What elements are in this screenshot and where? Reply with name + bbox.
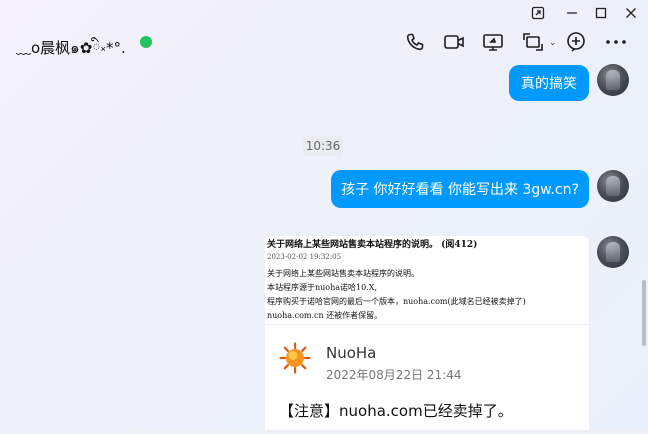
article-line: 程序购买于诺哈官网的最后一个版本，nuoha.com(此域名已经被卖掉了) (267, 297, 526, 306)
site-date: 2022年08月22日 21:44 (326, 368, 462, 382)
message-bubble[interactable]: 孩子 你好好看看 你能写出来 3gw.cn? (331, 170, 589, 208)
add-contact-icon[interactable] (564, 30, 588, 54)
article-line: 本站程序源于nuoha诺哈10.X, (267, 283, 378, 292)
remote-assist-icon[interactable] (521, 30, 545, 54)
video-call-icon[interactable] (442, 30, 466, 54)
online-status-dot (140, 36, 152, 48)
phone-icon[interactable] (403, 30, 427, 54)
title-bar (0, 0, 648, 28)
site-name: NuoHa (326, 344, 377, 362)
article-date: 2023-02-02 19:32:05 (267, 253, 342, 261)
contact-name[interactable]: ﹏o晨枫๑✿ི༝*°. (16, 32, 126, 74)
message-timestamp: 10:36 (303, 136, 343, 156)
screen-share-icon[interactable] (481, 30, 505, 54)
article-screenshot[interactable]: 关于网络上某些网站售卖本站程序的说明。 (阅412) 2023-02-02 19… (265, 236, 589, 324)
input-area-edge (0, 430, 648, 434)
more-icon[interactable] (604, 30, 628, 54)
maximize-icon[interactable] (591, 4, 611, 22)
article-title: 关于网络上某些网站售卖本站程序的说明。 (阅412) (267, 240, 478, 250)
avatar[interactable] (597, 64, 629, 96)
chat-header: ﹏o晨枫๑✿ི༝*°. ⌄ (0, 28, 648, 60)
pin-icon[interactable] (528, 4, 548, 22)
notice-text: 【注意】nuoha.com已经卖掉了。 (279, 402, 513, 420)
card-divider (265, 324, 589, 325)
scrollbar[interactable] (642, 280, 646, 346)
message-bubble[interactable]: 真的搞笑 (509, 65, 589, 101)
shared-link-card[interactable]: 关于网络上某些网站售卖本站程序的说明。 (阅412) 2023-02-02 19… (265, 236, 589, 434)
article-line: 关于网络上某些网站售卖本站程序的说明。 (267, 269, 419, 278)
article-line: nuoha.com.cn 还被作者保留。 (267, 311, 383, 320)
chevron-down-icon[interactable]: ⌄ (549, 38, 557, 48)
avatar[interactable] (597, 170, 629, 202)
sun-logo-icon (279, 342, 311, 374)
avatar[interactable] (597, 236, 629, 268)
minimize-icon[interactable] (562, 4, 582, 22)
close-icon[interactable] (621, 4, 641, 22)
